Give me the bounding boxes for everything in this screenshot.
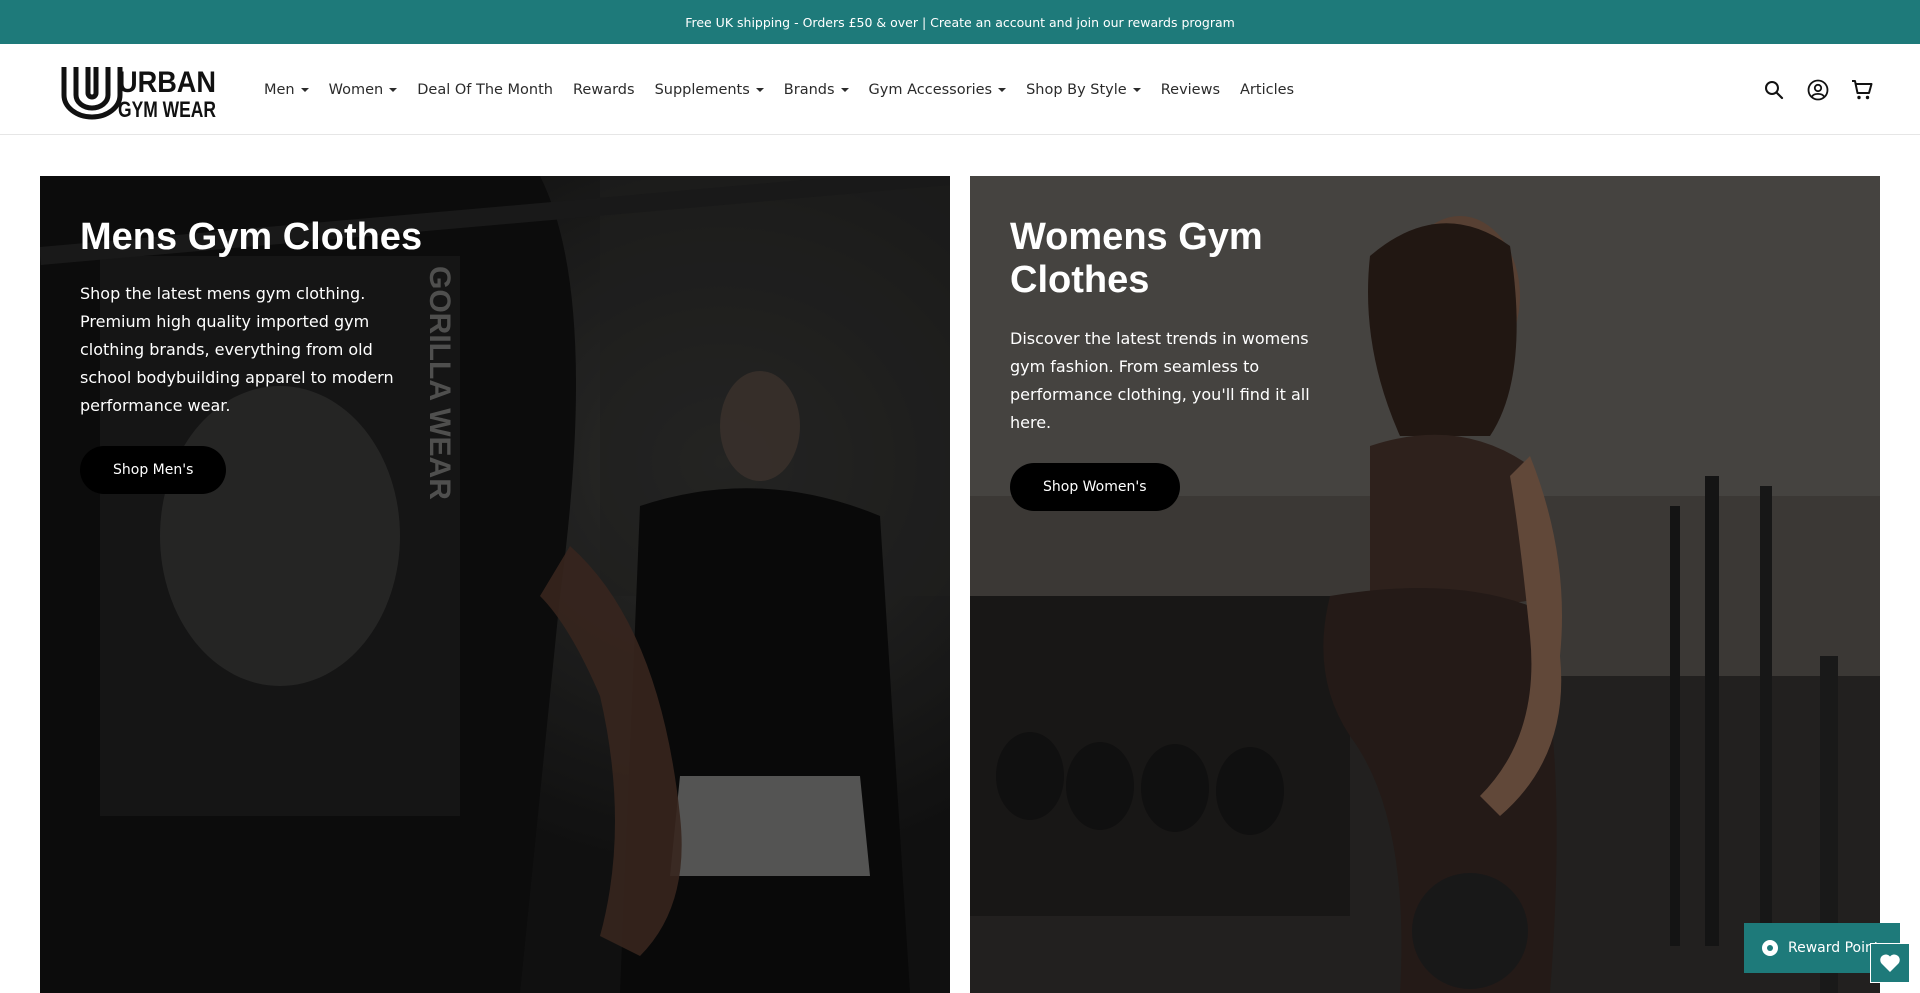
nav-label: Men <box>264 81 295 98</box>
announcement-text[interactable]: Free UK shipping - Orders £50 & over | C… <box>685 15 1235 30</box>
mens-panel-title: Mens Gym Clothes <box>80 216 423 258</box>
wishlist-button[interactable] <box>1870 943 1910 983</box>
shop-womens-button[interactable]: Shop Women's <box>1010 463 1180 511</box>
search-icon <box>1765 80 1784 99</box>
chevron-down-icon <box>755 87 764 92</box>
nav-item-supplements[interactable]: Supplements <box>655 82 764 98</box>
womens-panel-title: Womens Gym Clothes <box>1010 216 1263 301</box>
nav-label: Women <box>328 81 384 98</box>
nav-item-reviews[interactable]: Reviews <box>1161 82 1220 98</box>
nav-label: Brands <box>783 81 835 98</box>
nav-label: Rewards <box>573 81 635 98</box>
nav-item-men[interactable]: Men <box>264 82 309 98</box>
shop-mens-button[interactable]: Shop Men's <box>80 446 227 494</box>
chevron-down-icon <box>1132 87 1141 92</box>
nav-label: Articles <box>1240 81 1295 98</box>
nav-label: Deal Of The Month <box>417 81 553 98</box>
mens-panel-content: Mens Gym Clothes Shop the latest mens gy… <box>80 216 440 494</box>
logo-line2: GYM WEAR <box>118 97 216 121</box>
nav-item-shop-by-style[interactable]: Shop By Style <box>1026 82 1141 98</box>
nav-label: Gym Accessories <box>868 81 993 98</box>
nav-item-brands[interactable]: Brands <box>784 82 849 98</box>
mens-panel-description: Shop the latest mens gym clothing. Premi… <box>80 284 394 415</box>
reward-icon <box>1762 940 1778 956</box>
logo-mark-icon: URBAN GYM WEAR <box>61 66 216 122</box>
womens-panel-content: Womens Gym Clothes Discover the latest t… <box>1010 216 1370 511</box>
chevron-down-icon <box>998 87 1007 92</box>
heart-icon <box>1880 954 1900 972</box>
nav-item-deal-of-the-month[interactable]: Deal Of The Month <box>417 82 553 98</box>
nav-label: Supplements <box>654 81 750 98</box>
account-button[interactable] <box>1796 68 1840 112</box>
nav-label: Reviews <box>1160 81 1221 98</box>
account-icon <box>1807 79 1829 100</box>
site-logo[interactable]: URBAN GYM WEAR <box>60 59 220 122</box>
cart-button[interactable] <box>1840 68 1884 112</box>
site-header: URBAN GYM WEAR Men Women Deal Of The Mon… <box>0 44 1920 135</box>
chevron-down-icon <box>300 87 309 92</box>
womens-collection-panel[interactable]: Womens Gym Clothes Discover the latest t… <box>970 176 1880 993</box>
nav-item-women[interactable]: Women <box>329 82 398 98</box>
announcement-bar: Free UK shipping - Orders £50 & over | C… <box>0 0 1920 44</box>
search-button[interactable] <box>1752 68 1796 112</box>
womens-panel-description: Discover the latest trends in womens gym… <box>1010 329 1310 432</box>
nav-label: Shop By Style <box>1026 81 1127 98</box>
logo-line1: URBAN <box>118 66 216 99</box>
chevron-down-icon <box>389 87 398 92</box>
mens-collection-panel[interactable]: GORILLA WEAR Mens Gym Clothes Shop the l… <box>40 176 950 993</box>
nav-item-gym-accessories[interactable]: Gym Accessories <box>869 82 1007 98</box>
cart-icon <box>1852 79 1873 99</box>
main-nav: Men Women Deal Of The Month Rewards Supp… <box>264 44 1314 135</box>
header-icons <box>1752 44 1884 135</box>
nav-item-articles[interactable]: Articles <box>1240 82 1294 98</box>
nav-item-rewards[interactable]: Rewards <box>573 82 635 98</box>
chevron-down-icon <box>840 87 849 92</box>
